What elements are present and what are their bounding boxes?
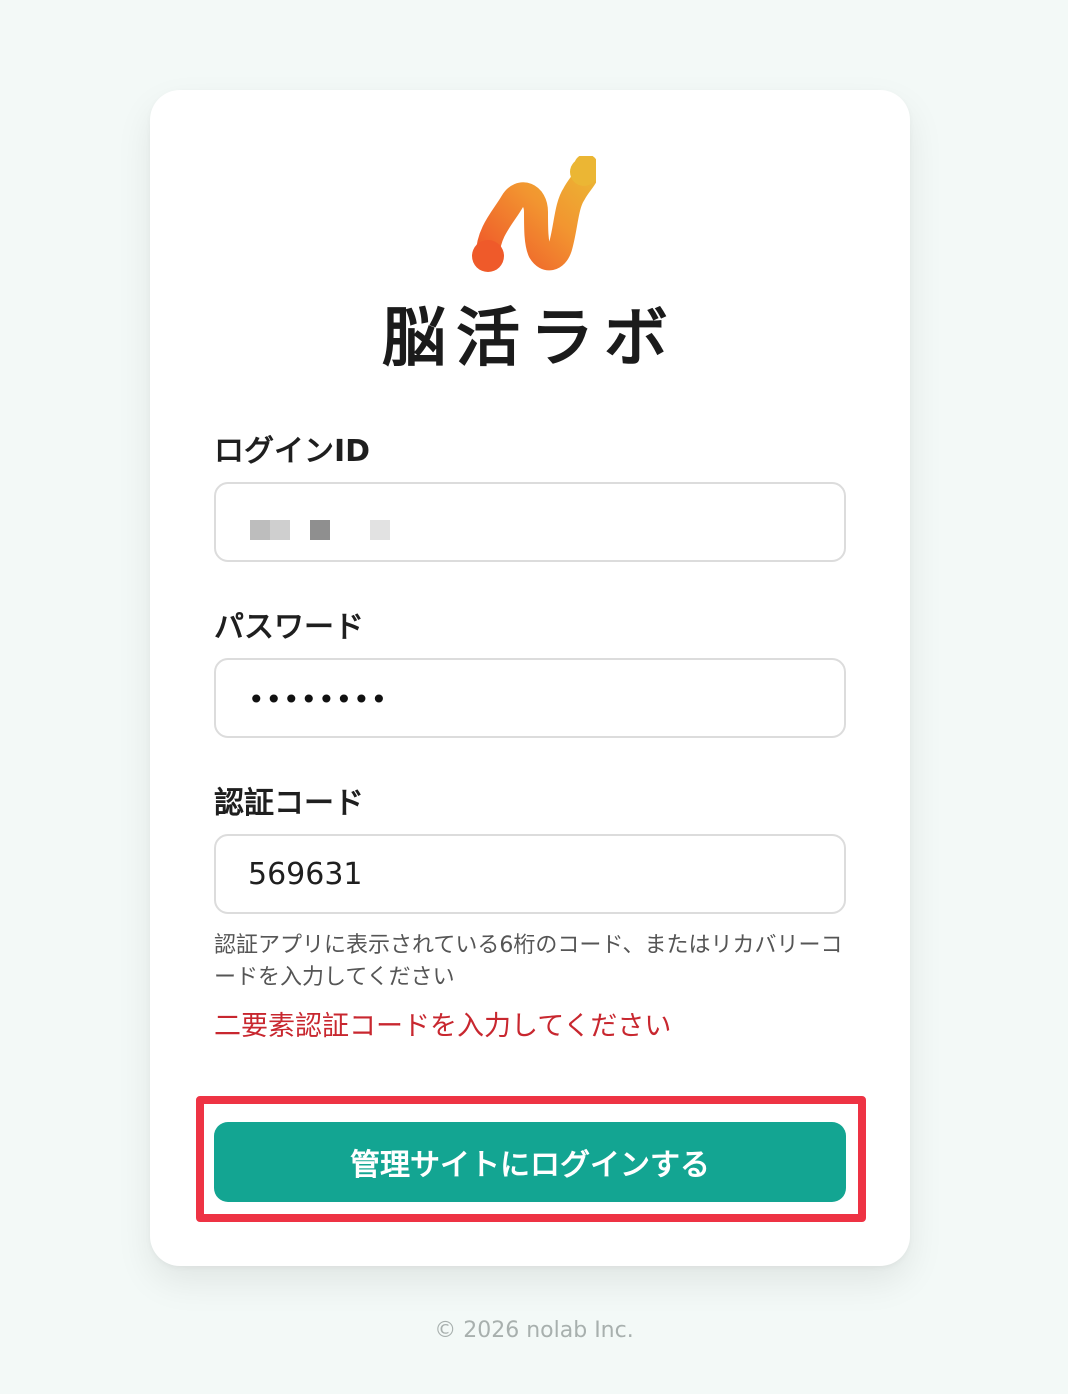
login-card: 脳活ラボ ログインID パスワード •••••••• 認証コード 認証アプリに表…	[150, 90, 910, 1266]
brand-wordmark: 脳活ラボ	[382, 302, 678, 376]
login-id-label: ログインID	[214, 434, 371, 469]
auth-code-field[interactable]	[214, 834, 846, 914]
brand-swirl-icon	[472, 156, 596, 272]
auth-code-help-text: 認証アプリに表示されている6桁のコード、またはリカバリーコードを入力してください	[214, 933, 843, 990]
auth-code-input[interactable]	[216, 836, 844, 912]
copyright-footer: © 2026 nolab Inc.	[434, 1318, 634, 1343]
login-submit-button[interactable]: 管理サイトにログインする	[214, 1122, 846, 1202]
auth-code-error-message: 二要素認証コードを入力してください	[214, 1011, 672, 1042]
password-label: パスワード	[214, 610, 364, 645]
login-id-field[interactable]	[214, 482, 846, 562]
password-field[interactable]: ••••••••	[214, 658, 846, 738]
password-input[interactable]	[216, 660, 844, 736]
login-id-input[interactable]	[216, 484, 844, 560]
login-page: 脳活ラボ ログインID パスワード •••••••• 認証コード 認証アプリに表…	[0, 0, 1068, 1394]
auth-code-label: 認証コード	[214, 786, 364, 821]
